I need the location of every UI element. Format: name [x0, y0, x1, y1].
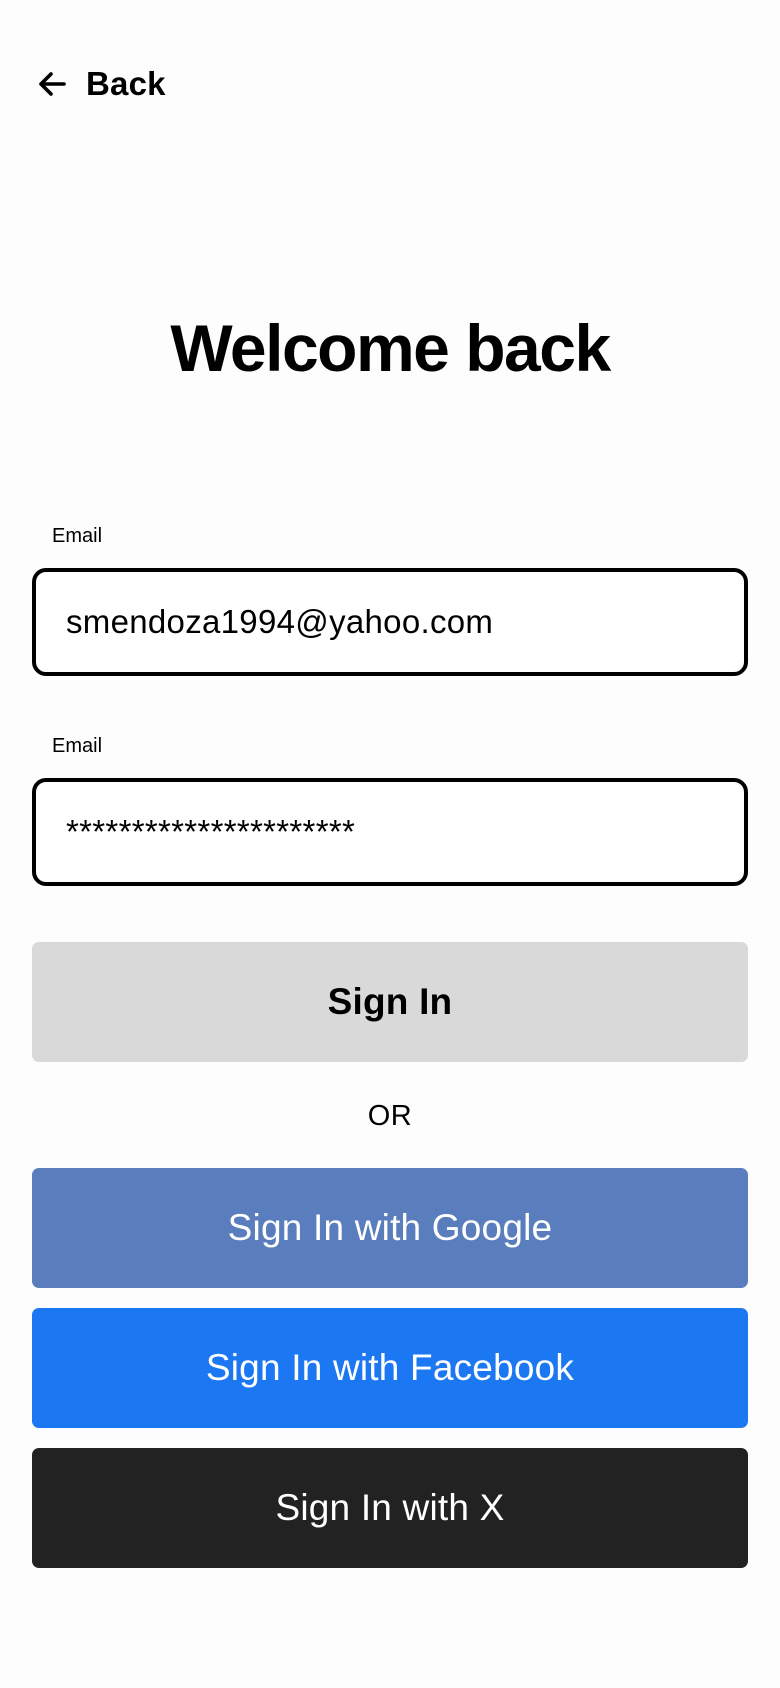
or-divider: OR: [367, 1100, 413, 1132]
password-label: Email: [52, 735, 103, 757]
sign-in-button[interactable]: Sign In: [32, 942, 748, 1062]
sign-in-x-label: Sign In with X: [275, 1487, 505, 1528]
email-label: Email: [52, 525, 103, 547]
password-field[interactable]: **********************: [32, 778, 748, 886]
sign-in-screen: Back Welcome back Email smendoza1994@yah…: [0, 0, 780, 1688]
sign-in-google-button[interactable]: Sign In with Google: [32, 1168, 748, 1288]
page-title: Welcome back: [170, 311, 611, 385]
back-button[interactable]: Back: [36, 62, 166, 106]
arrow-left-icon: [36, 68, 68, 100]
sign-in-label: Sign In: [327, 981, 453, 1022]
sign-in-facebook-button[interactable]: Sign In with Facebook: [32, 1308, 748, 1428]
sign-in-facebook-label: Sign In with Facebook: [205, 1347, 575, 1388]
back-label: Back: [86, 65, 166, 102]
sign-in-google-label: Sign In with Google: [227, 1207, 553, 1248]
email-value: smendoza1994@yahoo.com: [66, 603, 494, 640]
sign-in-x-button[interactable]: Sign In with X: [32, 1448, 748, 1568]
email-field[interactable]: smendoza1994@yahoo.com: [32, 568, 748, 676]
password-value: **********************: [66, 813, 356, 850]
